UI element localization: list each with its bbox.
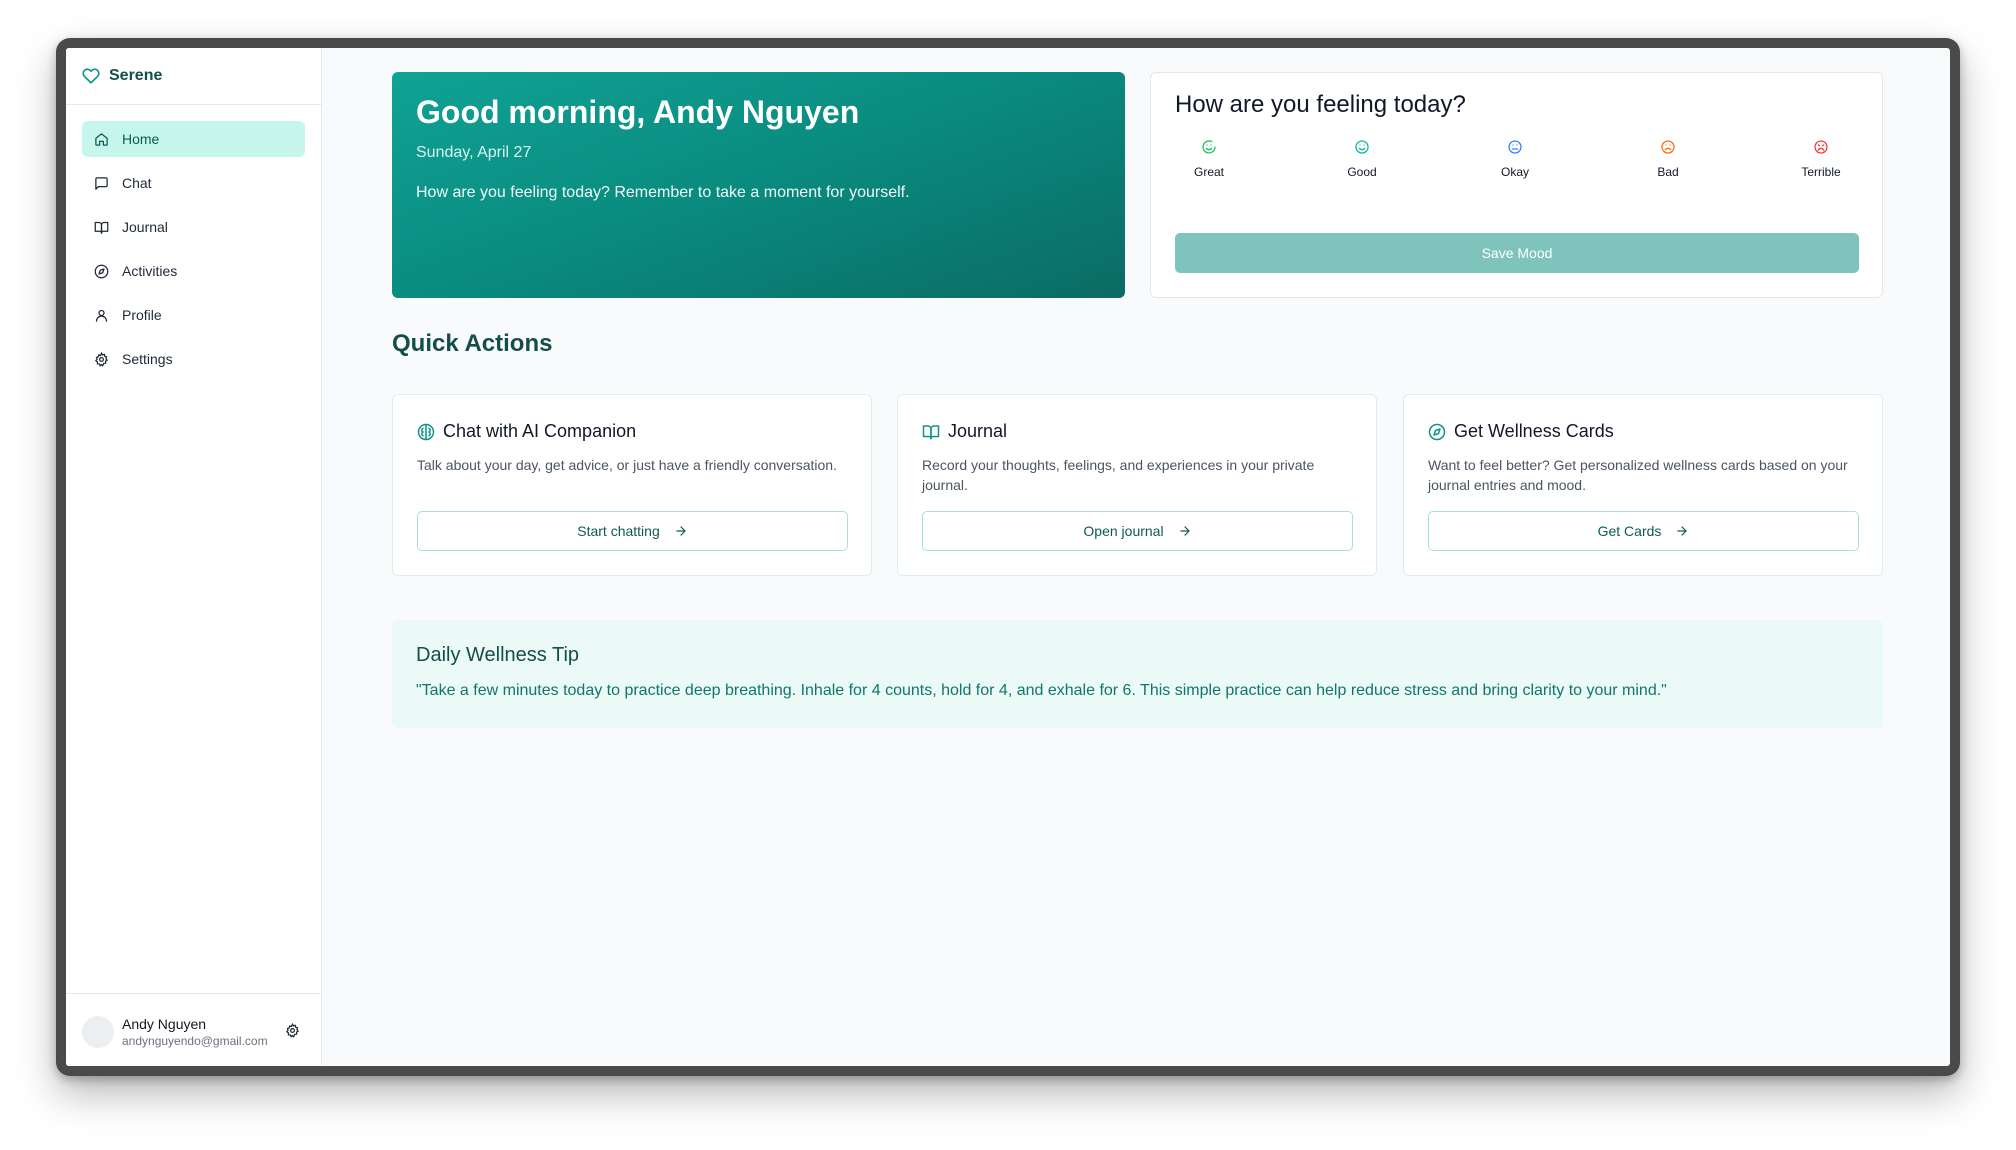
sidebar: Serene Home Chat Journal Activities Prof…: [66, 48, 322, 1066]
sidebar-item-label: Journal: [122, 219, 168, 235]
card-description: Record your thoughts, feelings, and expe…: [922, 457, 1315, 493]
arrow-right-icon: [1677, 526, 1688, 536]
brand[interactable]: Serene: [66, 48, 321, 105]
brand-name: Serene: [109, 67, 163, 84]
card-header: Chat with AI Companion: [417, 421, 636, 442]
mood-label: Good: [1347, 165, 1377, 179]
card-header: Journal: [922, 421, 1007, 442]
sidebar-item-home[interactable]: Home: [82, 121, 305, 157]
welcome-message: How are you feeling today? Remember to t…: [416, 184, 910, 201]
mood-title: How are you feeling today?: [1175, 91, 1466, 118]
card-title: Chat with AI Companion: [443, 421, 637, 441]
card-title: Journal: [948, 421, 1008, 441]
user-email: andynguyendo@gmail.com: [122, 1034, 268, 1048]
chat-icon: [95, 176, 108, 190]
heart-icon: [82, 68, 100, 84]
current-date: Sunday, April 27: [416, 144, 532, 161]
card-description: Talk about your day, get advice, or just…: [417, 457, 837, 473]
neutral-face-icon: [1508, 140, 1522, 154]
button-label: Start chatting: [577, 523, 660, 539]
mood-option-great[interactable]: Great: [1169, 139, 1249, 179]
tip-text: "Take a few minutes today to practice de…: [416, 682, 1667, 699]
button-label: Get Cards: [1597, 523, 1662, 539]
get-cards-button[interactable]: Get Cards: [1428, 511, 1859, 551]
mood-tracker-card: How are you feeling today? Great Good Ok…: [1150, 72, 1883, 298]
user-icon: [95, 309, 108, 322]
home-icon: [95, 132, 108, 146]
app-screen: Serene Home Chat Journal Activities Prof…: [66, 48, 1950, 1066]
compass-icon: [94, 264, 109, 278]
welcome-banner: Good morning, Andy Nguyen Sunday, April …: [392, 72, 1125, 298]
sidebar-item-label: Settings: [122, 351, 173, 367]
sidebar-item-label: Chat: [122, 175, 152, 191]
frown-icon: [1661, 140, 1675, 154]
greeting-title: Good morning, Andy Nguyen: [416, 94, 860, 130]
sidebar-item-label: Home: [122, 131, 160, 147]
sad-face-icon: [1814, 140, 1828, 154]
card-description: Want to feel better? Get personalized we…: [1428, 457, 1848, 493]
compass-icon: [1428, 423, 1446, 440]
sidebar-item-label: Profile: [122, 307, 162, 323]
smile-icon: [1202, 140, 1216, 154]
arrow-right-icon: [1179, 526, 1190, 536]
sidebar-item-label: Activities: [122, 263, 178, 279]
open-journal-button[interactable]: Open journal: [922, 511, 1353, 551]
device-frame: Serene Home Chat Journal Activities Prof…: [56, 38, 1960, 1076]
mood-label: Great: [1193, 165, 1224, 179]
mood-label: Bad: [1657, 165, 1679, 179]
user-name: Andy Nguyen: [122, 1016, 207, 1032]
daily-tip-card: Daily Wellness Tip "Take a few minutes t…: [392, 620, 1883, 728]
button-label: Open journal: [1083, 523, 1164, 539]
card-title: Get Wellness Cards: [1454, 421, 1614, 441]
card-header: Get Wellness Cards: [1428, 421, 1614, 442]
gear-icon: [94, 351, 109, 367]
user-card: Andy Nguyen andynguyendo@gmail.com: [66, 993, 321, 1066]
mood-option-bad[interactable]: Bad: [1628, 139, 1708, 179]
brain-icon: [417, 423, 435, 440]
tip-title: Daily Wellness Tip: [416, 644, 580, 666]
start-chatting-button[interactable]: Start chatting: [417, 511, 848, 551]
mood-label: Okay: [1500, 165, 1529, 179]
avatar[interactable]: [82, 1016, 114, 1048]
sidebar-item-activities[interactable]: Activities: [82, 253, 305, 289]
mood-label: Terrible: [1801, 165, 1841, 179]
arrow-right-icon: [676, 526, 686, 536]
mood-option-terrible[interactable]: Terrible: [1781, 139, 1861, 179]
smile-icon: [1355, 140, 1369, 154]
book-icon: [94, 221, 109, 234]
gear-icon[interactable]: [285, 1023, 300, 1038]
mood-option-good[interactable]: Good: [1322, 139, 1402, 179]
sidebar-item-settings[interactable]: Settings: [82, 341, 305, 377]
quick-action-card-journal: Journal Record your thoughts, feelings, …: [897, 394, 1377, 576]
quick-action-card-wellness: Get Wellness Cards Want to feel better? …: [1403, 394, 1883, 576]
sidebar-item-profile[interactable]: Profile: [82, 297, 305, 333]
mood-option-okay[interactable]: Okay: [1475, 139, 1555, 179]
sidebar-item-journal[interactable]: Journal: [82, 209, 305, 245]
quick-action-card-chat: Chat with AI Companion Talk about your d…: [392, 394, 872, 576]
sidebar-item-chat[interactable]: Chat: [82, 165, 305, 201]
save-mood-button[interactable]: Save Mood: [1175, 233, 1859, 273]
sidebar-nav: Home Chat Journal Activities Profile Set…: [82, 121, 305, 385]
book-icon: [922, 424, 940, 439]
quick-actions-title: Quick Actions: [392, 330, 553, 357]
